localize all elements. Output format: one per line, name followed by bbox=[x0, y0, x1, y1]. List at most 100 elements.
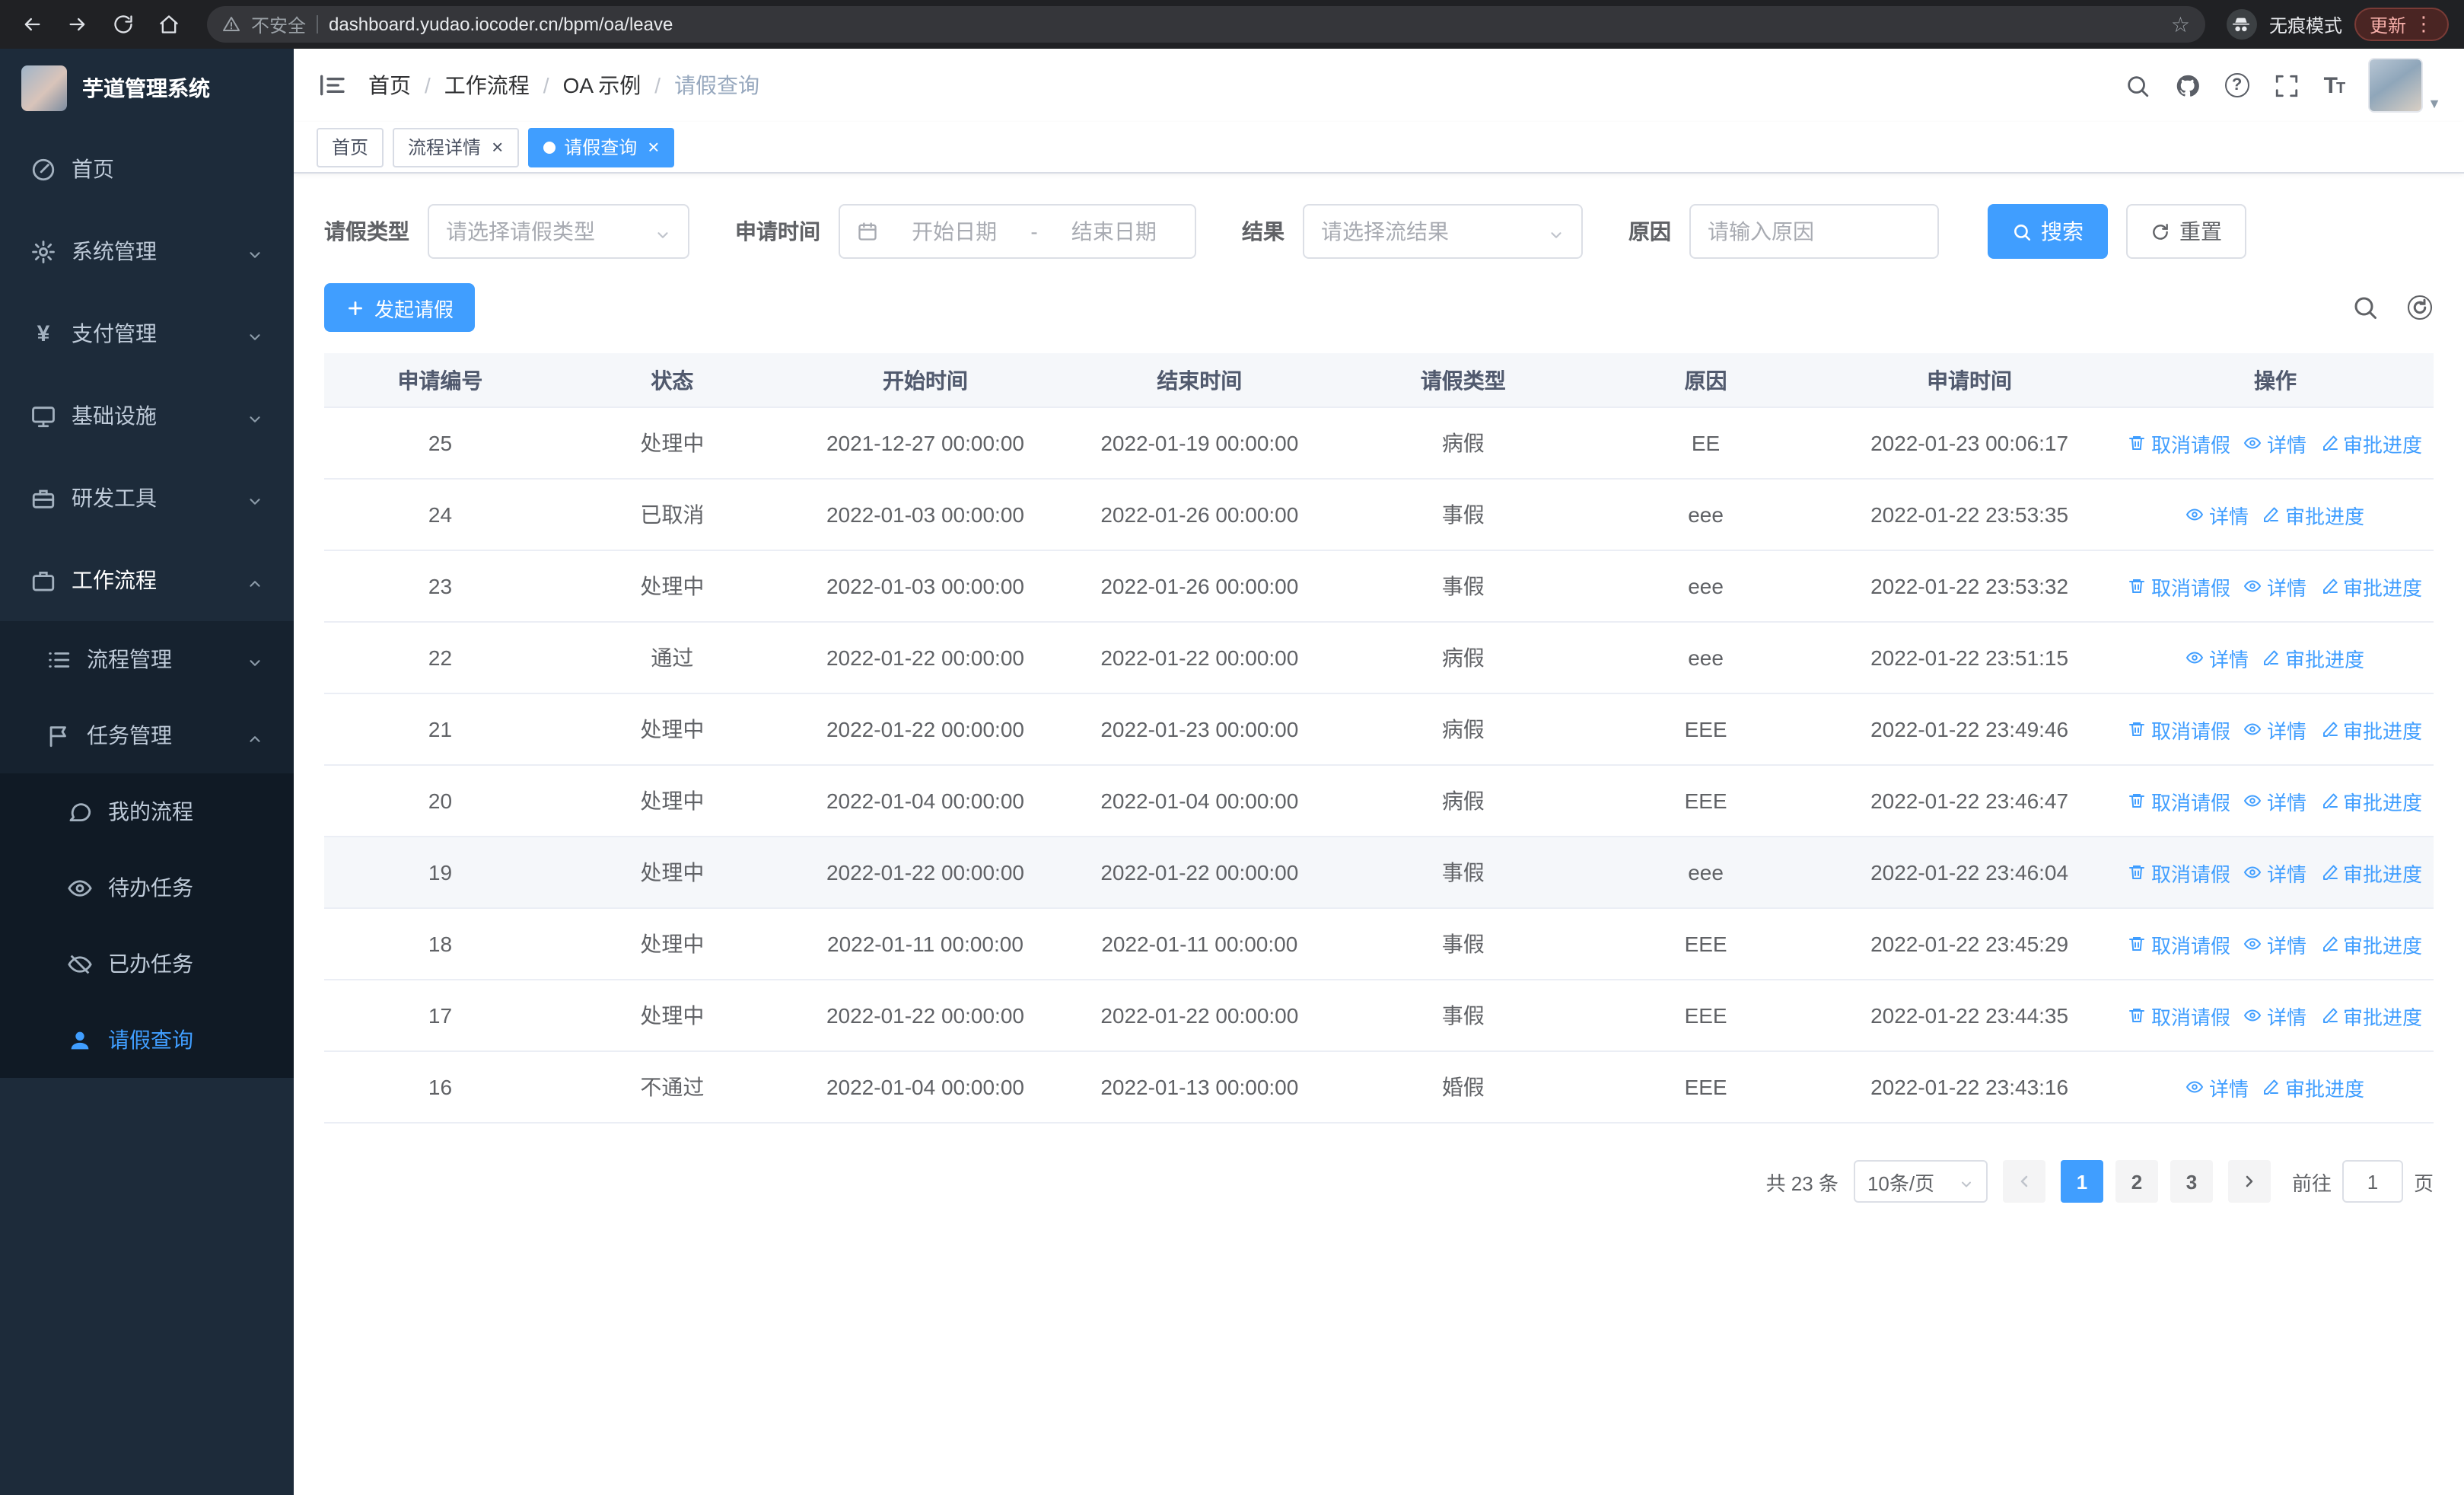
tag-process-detail[interactable]: 流程详情 × bbox=[393, 127, 519, 167]
progress-action-link[interactable]: 审批进度 bbox=[2320, 1001, 2422, 1030]
close-icon[interactable]: × bbox=[492, 137, 503, 157]
browser-back-icon[interactable] bbox=[15, 8, 49, 41]
create-leave-button[interactable]: 发起请假 bbox=[324, 283, 476, 332]
collapse-sidebar-icon[interactable] bbox=[317, 70, 347, 100]
user-menu[interactable]: ▼ bbox=[2368, 58, 2441, 113]
reason-input[interactable] bbox=[1689, 204, 1939, 259]
tag-leave-query[interactable]: 请假查询 × bbox=[527, 127, 675, 167]
bookmark-star-icon[interactable]: ☆ bbox=[2171, 11, 2190, 37]
detail-action-link[interactable]: 详情 bbox=[2244, 572, 2306, 601]
table-cell: 病假 bbox=[1441, 645, 1485, 670]
detail-action-link[interactable]: 详情 bbox=[2244, 429, 2306, 457]
zoom-icon[interactable] bbox=[2351, 294, 2379, 321]
sidebar-item-process-mgmt[interactable]: 流程管理 bbox=[0, 621, 294, 697]
avatar[interactable] bbox=[2368, 58, 2424, 113]
detail-action-link[interactable]: 详情 bbox=[2244, 715, 2306, 744]
tag-home[interactable]: 首页 bbox=[317, 127, 384, 167]
table-cell: 处理中 bbox=[640, 860, 705, 885]
goto-page-input[interactable] bbox=[2341, 1160, 2403, 1203]
close-icon[interactable]: × bbox=[648, 137, 659, 157]
result-select[interactable]: 请选择流结果 bbox=[1303, 204, 1583, 259]
browser-forward-icon[interactable] bbox=[61, 8, 94, 41]
detail-action-link[interactable]: 详情 bbox=[2244, 929, 2306, 958]
cancel-action-link[interactable]: 取消请假 bbox=[2128, 786, 2230, 815]
table-cell: 处理中 bbox=[640, 717, 705, 741]
browser-home-icon[interactable] bbox=[152, 8, 186, 41]
app-logo[interactable]: 芋道管理系统 bbox=[0, 49, 294, 128]
sidebar-item-my-process[interactable]: 我的流程 bbox=[0, 773, 294, 850]
sidebar-item-task-mgmt[interactable]: 任务管理 bbox=[0, 697, 294, 773]
github-icon[interactable] bbox=[2175, 72, 2201, 98]
progress-action-link[interactable]: 审批进度 bbox=[2320, 858, 2422, 887]
task-submenu: 我的流程 待办任务 已办任务 请假查询 bbox=[0, 773, 294, 1078]
sidebar-item-home[interactable]: 首页 bbox=[0, 128, 294, 210]
sidebar-item-devtools[interactable]: 研发工具 bbox=[0, 457, 294, 539]
url-text[interactable]: dashboard.yudao.iocoder.cn/bpm/oa/leave bbox=[329, 14, 2160, 35]
end-date-placeholder[interactable]: 结束日期 bbox=[1050, 216, 1178, 247]
table-row: 16 不通过 2022-01-04 00:00:00 2022-01-13 00:00… bbox=[324, 1052, 2434, 1124]
progress-action-link[interactable]: 审批进度 bbox=[2320, 715, 2422, 744]
progress-action-link[interactable]: 审批进度 bbox=[2262, 1073, 2364, 1101]
progress-action-link[interactable]: 审批进度 bbox=[2320, 929, 2422, 958]
sidebar-item-done-tasks[interactable]: 已办任务 bbox=[0, 926, 294, 1002]
table-cell: 处理中 bbox=[640, 789, 705, 813]
detail-action-link[interactable]: 详情 bbox=[2244, 858, 2306, 887]
page-size-value: 10条/页 bbox=[1867, 1171, 1935, 1194]
detail-action-link[interactable]: 详情 bbox=[2186, 643, 2249, 672]
refresh-icon[interactable] bbox=[2406, 294, 2434, 321]
cancel-action-link[interactable]: 取消请假 bbox=[2128, 715, 2230, 744]
cancel-action-link[interactable]: 取消请假 bbox=[2128, 429, 2230, 457]
table-cell: 2022-01-22 00:00:00 bbox=[826, 1003, 1024, 1028]
detail-action-link[interactable]: 详情 bbox=[2186, 1073, 2249, 1101]
breadcrumb-item[interactable]: 首页 bbox=[368, 70, 411, 100]
date-range-picker[interactable]: 开始日期 - 结束日期 bbox=[839, 204, 1196, 259]
page-button-3[interactable]: 3 bbox=[2170, 1160, 2213, 1203]
address-bar[interactable]: 不安全 dashboard.yudao.iocoder.cn/bpm/oa/le… bbox=[207, 6, 2205, 43]
sidebar-item-system[interactable]: 系统管理 bbox=[0, 210, 294, 292]
not-secure-label[interactable]: 不安全 bbox=[251, 11, 306, 37]
progress-action-link[interactable]: 审批进度 bbox=[2320, 429, 2422, 457]
page-button-2[interactable]: 2 bbox=[2115, 1160, 2158, 1203]
table-cell: 18 bbox=[428, 932, 453, 956]
page-size-select[interactable]: 10条/页 bbox=[1853, 1160, 1988, 1203]
next-page-button[interactable] bbox=[2227, 1160, 2271, 1203]
row-actions: 取消请假 详情 审批进度 bbox=[2117, 572, 2434, 601]
progress-action-link[interactable]: 审批进度 bbox=[2320, 572, 2422, 601]
browser-reload-icon[interactable] bbox=[107, 8, 140, 41]
search-button[interactable]: 搜索 bbox=[1988, 204, 2108, 259]
sidebar-item-leave-query[interactable]: 请假查询 bbox=[0, 1002, 294, 1078]
leave-type-select[interactable]: 请选择请假类型 bbox=[428, 204, 689, 259]
progress-action-link[interactable]: 审批进度 bbox=[2262, 643, 2364, 672]
detail-action-link[interactable]: 详情 bbox=[2186, 500, 2249, 529]
table-cell: 2022-01-13 00:00:00 bbox=[1100, 1075, 1299, 1099]
cancel-action-link[interactable]: 取消请假 bbox=[2128, 1001, 2230, 1030]
font-size-icon[interactable]: TT bbox=[2324, 72, 2346, 98]
detail-action-link[interactable]: 详情 bbox=[2244, 1001, 2306, 1030]
cancel-action-link[interactable]: 取消请假 bbox=[2128, 929, 2230, 958]
reset-button[interactable]: 重置 bbox=[2126, 204, 2246, 259]
not-secure-warning-icon bbox=[222, 15, 240, 33]
breadcrumb-item[interactable]: 工作流程 bbox=[444, 70, 530, 100]
sidebar-item-todo-tasks[interactable]: 待办任务 bbox=[0, 850, 294, 926]
browser-update-button[interactable]: 更新 ⋮ bbox=[2354, 8, 2449, 41]
detail-action-link[interactable]: 详情 bbox=[2244, 786, 2306, 815]
search-icon[interactable] bbox=[2125, 72, 2150, 98]
progress-action-link[interactable]: 审批进度 bbox=[2262, 500, 2364, 529]
help-icon[interactable]: ? bbox=[2224, 73, 2249, 97]
page-buttons: 1 2 3 bbox=[2060, 1160, 2213, 1203]
cancel-action-link[interactable]: 取消请假 bbox=[2128, 572, 2230, 601]
fullscreen-icon[interactable] bbox=[2274, 72, 2300, 98]
cancel-action-link[interactable]: 取消请假 bbox=[2128, 858, 2230, 887]
sidebar-item-infra[interactable]: 基础设施 bbox=[0, 375, 294, 457]
sidebar-item-payment[interactable]: ¥ 支付管理 bbox=[0, 292, 294, 375]
progress-action-link[interactable]: 审批进度 bbox=[2320, 786, 2422, 815]
start-date-placeholder[interactable]: 开始日期 bbox=[890, 216, 1018, 247]
page-button-1[interactable]: 1 bbox=[2060, 1160, 2103, 1203]
browser-menu-icon[interactable]: ⋮ bbox=[2414, 12, 2434, 37]
sidebar-item-label: 我的流程 bbox=[108, 799, 193, 824]
table-cell: 2022-01-22 23:53:32 bbox=[1870, 574, 2069, 598]
table-cell: 处理中 bbox=[640, 431, 705, 455]
breadcrumb-item[interactable]: OA 示例 bbox=[563, 70, 641, 100]
prev-page-button[interactable] bbox=[2002, 1160, 2045, 1203]
sidebar-item-workflow[interactable]: 工作流程 bbox=[0, 539, 294, 621]
